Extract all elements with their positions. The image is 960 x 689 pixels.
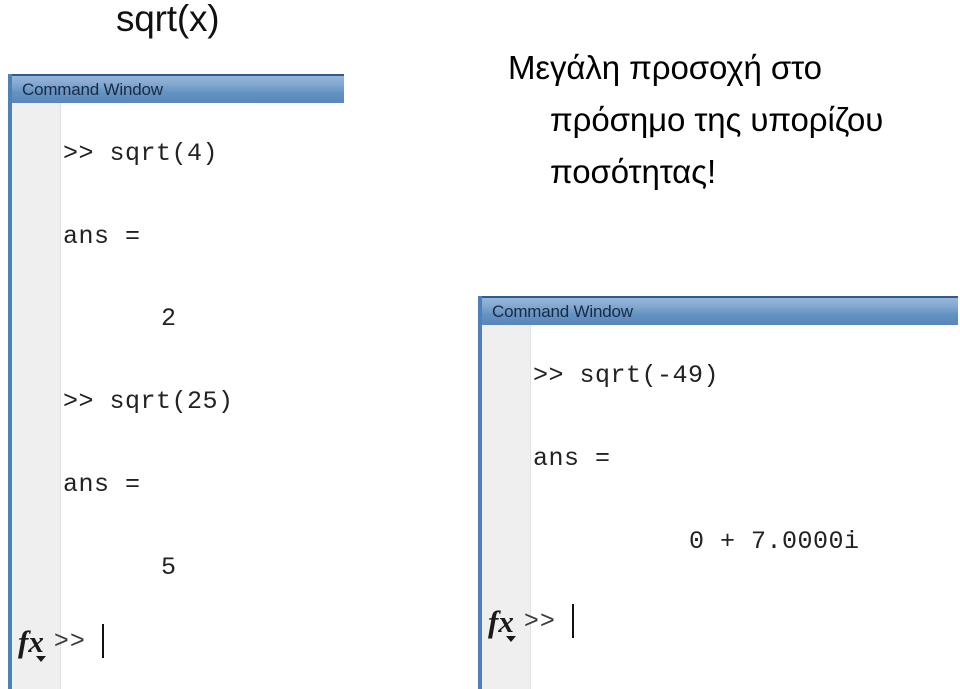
warning-note: Μεγάλη προσοχή στο πρόσημο της υπορίζου …: [508, 42, 960, 198]
command-window-left-title: Command Window: [22, 79, 163, 99]
output-line: ans =: [63, 222, 141, 251]
text-caret[interactable]: [101, 624, 104, 658]
chevron-down-icon[interactable]: [506, 635, 516, 642]
warning-note-line-2: πρόσημο της υπορίζου: [550, 101, 884, 139]
command-window-left-titlebar[interactable]: Command Window: [12, 74, 344, 103]
output-line: >> sqrt(4): [63, 139, 219, 168]
fx-icon[interactable]: fx: [18, 623, 46, 662]
command-window-right-output[interactable]: >> sqrt(-49) ans = 0 + 7.0000i: [531, 325, 958, 689]
command-window-left-gutter: [12, 103, 61, 689]
command-window-right[interactable]: Command Window >> sqrt(-49) ans = 0 + 7.…: [478, 296, 958, 689]
command-window-left[interactable]: Command Window >> sqrt(4) ans = 2 >> sqr…: [8, 74, 344, 689]
chevron-down-icon[interactable]: [36, 655, 46, 662]
output-line: 5: [161, 553, 177, 582]
command-window-right-title: Command Window: [492, 301, 633, 321]
output-line: ans =: [533, 444, 611, 473]
output-line: >> sqrt(-49): [533, 361, 720, 390]
command-window-right-titlebar[interactable]: Command Window: [482, 296, 958, 325]
output-line: 2: [161, 304, 177, 333]
fx-icon-label: fx: [18, 623, 44, 659]
fx-icon[interactable]: fx: [488, 603, 516, 642]
command-window-left-output[interactable]: >> sqrt(4) ans = 2 >> sqrt(25) ans = 5: [61, 103, 344, 689]
text-caret[interactable]: [571, 604, 574, 638]
page-title: sqrt(x): [116, 0, 220, 39]
output-line: ans =: [63, 470, 141, 499]
fx-icon-label: fx: [488, 603, 514, 639]
prompt-symbol: >>: [523, 606, 556, 636]
output-line: 0 + 7.0000i: [689, 527, 860, 556]
command-prompt-left[interactable]: fx >>: [18, 623, 104, 662]
output-line: >> sqrt(25): [63, 387, 234, 416]
prompt-symbol: >>: [53, 626, 86, 656]
command-prompt-right[interactable]: fx >>: [488, 603, 574, 642]
warning-note-line-1: Μεγάλη προσοχή στο: [508, 49, 822, 86]
warning-note-line-3: ποσότητας!: [550, 153, 717, 191]
